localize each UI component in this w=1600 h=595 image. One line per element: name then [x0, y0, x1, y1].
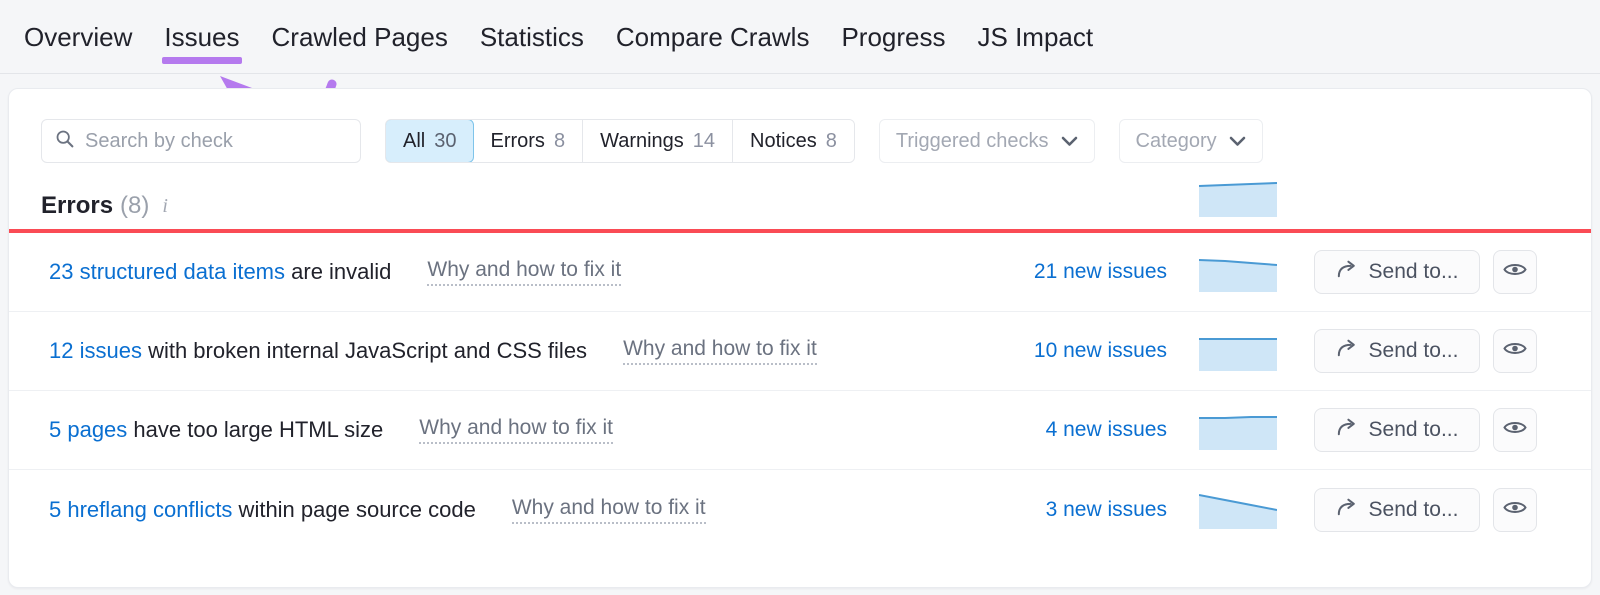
issue-row: 23 structured data items are invalid Why … [9, 233, 1591, 312]
issue-rest-text: have too large HTML size [127, 417, 384, 442]
issue-trend-sparkline [1198, 491, 1278, 529]
issue-link[interactable]: 5 pages [49, 417, 127, 442]
hide-issue-button[interactable] [1493, 329, 1537, 373]
why-and-how-to-fix-it-link[interactable]: Why and how to fix it [511, 496, 706, 524]
main-tab-bar: Overview Issues Crawled Pages Statistics Com… [0, 0, 1600, 74]
triggered-checks-label: Triggered checks [895, 129, 1049, 152]
filter-toolbar: All 30 Errors 8 Warnings 14 Notices 8 Triggered… [9, 89, 1591, 163]
send-to-button[interactable]: Send to... [1314, 487, 1480, 532]
tab-label: Compare Crawls [615, 21, 810, 52]
segment-warnings[interactable]: Warnings 14 [583, 120, 734, 162]
hide-issue-button[interactable] [1493, 408, 1537, 452]
issues-list: 23 structured data items are invalid Why … [9, 233, 1591, 549]
why-and-how-to-fix-it-link[interactable]: Why and how to fix it [623, 337, 817, 365]
issue-row: 12 issues with broken internal JavaScrip… [9, 312, 1591, 391]
issue-trend-sparkline [1198, 254, 1278, 292]
active-tab-underline [162, 56, 242, 64]
send-to-button[interactable]: Send to... [1314, 250, 1480, 294]
tab-label: Crawled Pages [271, 21, 448, 52]
issue-description: 5 hreflang conflicts within page source … [49, 497, 476, 523]
new-issues-link[interactable]: 3 new issues [1019, 498, 1167, 522]
tab-label: Overview [24, 21, 133, 52]
send-to-button[interactable]: Send to... [1314, 329, 1480, 373]
category-dropdown[interactable]: Category [1118, 119, 1263, 163]
send-to-label: Send to... [1368, 418, 1459, 441]
issue-description: 5 pages have too large HTML size [49, 417, 383, 443]
issue-description: 12 issues with broken internal JavaScrip… [49, 338, 587, 364]
send-to-label: Send to... [1368, 260, 1459, 283]
issue-rest-text: are invalid [285, 259, 392, 284]
section-count: (8) [120, 192, 150, 219]
issue-type-segmented-control: All 30 Errors 8 Warnings 14 Notices 8 [385, 119, 855, 163]
issue-row: 5 hreflang conflicts within page source … [9, 470, 1591, 549]
segment-label: All [403, 129, 426, 152]
segment-errors[interactable]: Errors 8 [473, 120, 584, 162]
issue-trend-sparkline [1199, 412, 1277, 450]
tab-js-impact[interactable]: JS Impact [962, 0, 1110, 74]
info-icon[interactable]: i [162, 195, 168, 218]
segment-count: 14 [692, 129, 716, 152]
tab-issues[interactable]: Issues [148, 0, 255, 74]
tab-overview[interactable]: Overview [8, 0, 148, 74]
issue-rest-text: with broken internal JavaScript and CSS … [141, 338, 588, 363]
issue-link[interactable]: 12 issues [49, 338, 142, 363]
section-sparkline [1198, 179, 1278, 217]
why-and-how-to-fix-it-link[interactable]: Why and how to fix it [427, 258, 622, 286]
new-issues-link[interactable]: 10 new issues [1019, 339, 1167, 363]
send-to-label: Send to... [1368, 339, 1459, 362]
tab-statistics[interactable]: Statistics [464, 0, 600, 74]
send-to-button[interactable]: Send to... [1314, 408, 1480, 452]
tab-crawled-pages[interactable]: Crawled Pages [256, 0, 464, 74]
chevron-down-icon [1061, 130, 1078, 153]
tab-progress[interactable]: Progress [825, 0, 961, 74]
why-and-how-to-fix-it-link[interactable]: Why and how to fix it [419, 416, 614, 444]
segment-label: Warnings [600, 129, 684, 152]
share-arrow-icon [1336, 338, 1358, 364]
search-box[interactable] [41, 119, 361, 163]
issue-link[interactable]: 23 structured data items [49, 259, 285, 284]
segment-count: 30 [434, 129, 457, 152]
issue-rest-text: within page source code [232, 496, 476, 522]
search-icon [54, 128, 83, 154]
issue-description: 23 structured data items are invalid [49, 259, 391, 285]
hide-issue-button[interactable] [1493, 487, 1537, 532]
tab-label: Statistics [479, 21, 584, 52]
category-label: Category [1135, 129, 1217, 152]
errors-section-header: Errors (8) i [9, 163, 1591, 223]
tab-label: Issues [164, 21, 240, 52]
segment-label: Notices [750, 129, 817, 152]
segment-count: 8 [825, 129, 837, 152]
share-arrow-icon [1336, 259, 1358, 285]
tab-label: JS Impact [977, 21, 1094, 52]
eye-icon [1503, 499, 1527, 521]
chevron-down-icon [1229, 130, 1246, 153]
issue-link[interactable]: 5 hreflang conflicts [49, 497, 232, 522]
segment-label: Errors [490, 129, 545, 152]
eye-icon [1503, 340, 1527, 362]
triggered-checks-dropdown[interactable]: Triggered checks [878, 119, 1095, 163]
issues-card: All 30 Errors 8 Warnings 14 Notices 8 Triggered… [8, 88, 1592, 588]
new-issues-link[interactable]: 4 new issues [1019, 418, 1167, 442]
issue-row: 5 pages have too large HTML size Why and … [9, 391, 1591, 470]
segment-notices[interactable]: Notices 8 [733, 120, 854, 162]
issue-trend-sparkline [1199, 333, 1277, 371]
hide-issue-button[interactable] [1493, 250, 1537, 294]
segment-all[interactable]: All 30 [385, 120, 475, 162]
share-arrow-icon [1336, 417, 1358, 443]
send-to-label: Send to... [1368, 497, 1459, 521]
eye-icon [1503, 261, 1527, 283]
search-input[interactable] [83, 128, 348, 154]
new-issues-link[interactable]: 21 new issues [1019, 260, 1167, 284]
tab-label: Progress [841, 21, 946, 52]
tab-compare-crawls[interactable]: Compare Crawls [600, 0, 826, 74]
eye-icon [1503, 419, 1527, 441]
segment-count: 8 [553, 129, 566, 152]
section-title: Errors [41, 192, 114, 219]
share-arrow-icon [1336, 497, 1358, 523]
